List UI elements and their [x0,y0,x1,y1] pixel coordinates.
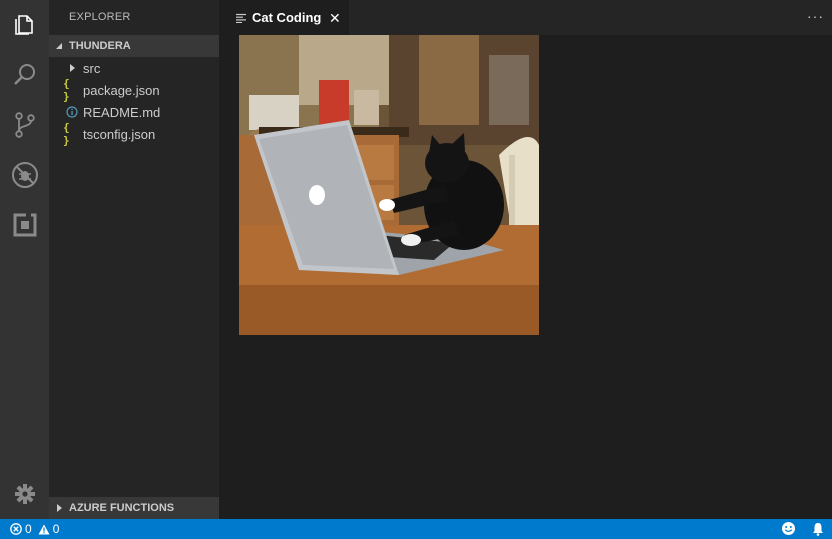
workspace-section-header[interactable]: THUNDERA [49,35,219,57]
chevron-down-icon [49,42,69,50]
error-icon [10,523,22,535]
status-bar: 0 0 [0,519,832,539]
error-count: 0 [25,522,32,536]
more-actions-icon[interactable]: ··· [807,8,824,24]
cat-coding-image [239,35,539,335]
tree-item-readme[interactable]: README.md [49,101,219,123]
debug-icon[interactable] [0,150,49,200]
search-icon[interactable] [0,50,49,100]
info-icon [63,106,81,118]
tree-item-label: tsconfig.json [83,126,156,142]
tab-cat-coding[interactable]: Cat Coding ✕ [219,0,349,35]
tree-item-tsconfig-json[interactable]: { } tsconfig.json [49,121,219,147]
tab-label: Cat Coding [252,10,322,25]
notification-bell-icon[interactable] [812,522,824,536]
sidebar-title: EXPLORER [69,11,131,23]
editor-area [219,35,832,519]
explorer-sidebar: EXPLORER THUNDERA src { } package.json R… [49,0,219,519]
feedback-smiley-icon[interactable] [781,521,796,536]
status-right [781,521,824,536]
json-file-icon: { } [63,77,70,103]
json-file-icon: { } [63,121,70,147]
source-control-icon[interactable] [0,100,49,150]
editor-tab-bar: Cat Coding ✕ ··· [219,0,832,35]
workspace-name: THUNDERA [69,40,131,52]
tree-item-label: src [83,60,101,76]
preview-icon [236,13,246,23]
gear-icon[interactable] [0,469,49,519]
tree-item-src[interactable]: src [49,57,219,79]
warning-icon [38,524,50,535]
chevron-right-icon [49,504,69,512]
tree-item-label: package.json [83,82,160,98]
tree-item-label: README.md [83,104,161,120]
activity-bar [0,0,49,519]
explorer-icon[interactable] [0,0,49,50]
tree-item-package-json[interactable]: { } package.json [49,77,219,103]
extensions-icon[interactable] [0,200,49,250]
azure-functions-label: AZURE FUNCTIONS [69,502,175,514]
problems-indicator[interactable]: 0 0 [10,522,59,536]
chevron-right-icon [63,64,81,72]
azure-functions-section-header[interactable]: AZURE FUNCTIONS [49,497,219,519]
close-icon[interactable]: ✕ [329,10,341,27]
warning-count: 0 [52,522,60,536]
